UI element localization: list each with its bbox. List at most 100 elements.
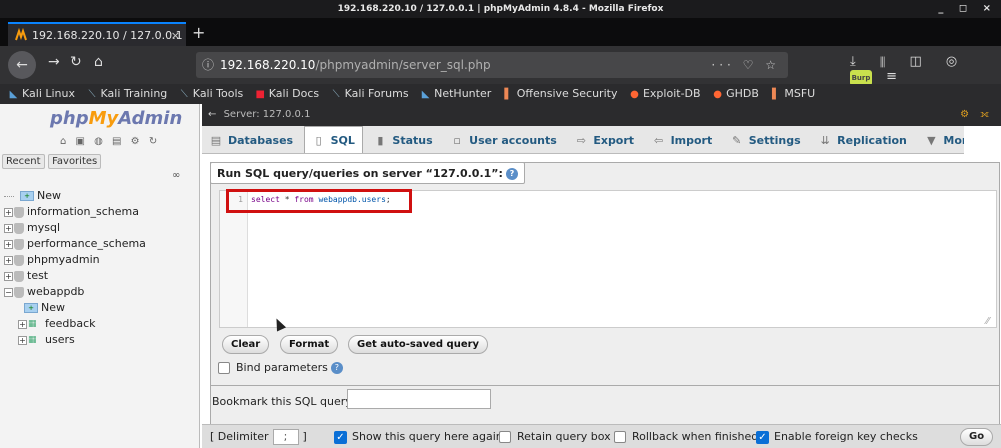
favorites-tab[interactable]: Favorites (48, 154, 102, 169)
expand-icon[interactable]: + (4, 255, 13, 265)
tree-item-database[interactable]: + mysql (4, 220, 146, 236)
tree-item-database[interactable]: + test (4, 268, 146, 284)
settings-icon: ✎ (732, 134, 742, 147)
tab-status[interactable]: ▮ Status (366, 127, 439, 153)
window-title: 192.168.220.10 / 127.0.0.1 | phpMyAdmin … (337, 4, 664, 14)
url-bar[interactable]: ⓘ 192.168.220.10/phpmyadmin/server_sql.ph… (196, 52, 788, 78)
server-label[interactable]: Server: 127.0.0.1 (224, 109, 311, 120)
expand-icon[interactable]: + (4, 223, 13, 233)
logo-php: php (50, 108, 89, 129)
tree-item-new-table[interactable]: + New (4, 300, 146, 316)
tree-line (4, 195, 14, 197)
bookmark-kali-tools[interactable]: ⟍ Kali Tools (179, 84, 243, 104)
tab-databases[interactable]: ▤ Databases (202, 127, 300, 153)
site-info-icon[interactable]: ⓘ (202, 58, 214, 72)
bookmark-ghdb[interactable]: ● GHDB (712, 84, 759, 104)
bookmark-input[interactable] (347, 389, 491, 409)
bookmark-offensive-security[interactable]: ▌ Offensive Security (503, 84, 617, 104)
reload-button[interactable]: ↻ (70, 54, 82, 70)
tree-item-database[interactable]: + phpmyadmin (4, 252, 146, 268)
bookmark-msfu[interactable]: ▌ MSFU (770, 84, 815, 104)
server-actions-icon[interactable]: ⚙ ⟗ (960, 104, 993, 126)
kali-dragon-icon: ⟍ (332, 89, 340, 100)
nav-quick-icons[interactable]: ⌂ ▣ ◍ ▤ ⚙ ↻ (60, 136, 160, 147)
show-query-option[interactable]: ✓ Show this query here again (334, 429, 503, 445)
get-autosaved-query-button[interactable]: Get auto-saved query (348, 335, 489, 354)
expand-icon[interactable]: + (4, 239, 13, 249)
tab-replication[interactable]: ⇊ Replication (811, 127, 914, 153)
retain-query-checkbox[interactable] (499, 431, 511, 443)
tab-export[interactable]: ⇨ Export (567, 127, 641, 153)
tree-item-database[interactable]: + information_schema (4, 204, 146, 220)
expand-icon[interactable]: + (4, 271, 13, 281)
recent-tab[interactable]: Recent (2, 154, 45, 169)
tree-item-table[interactable]: + ▦ feedback (4, 316, 146, 332)
new-tab-button[interactable]: + (192, 22, 205, 44)
database-icon (14, 238, 24, 250)
link-with-main-panel-icon[interactable]: ∞ (172, 170, 180, 181)
window-controls[interactable]: _ ◻ × (938, 0, 997, 18)
expand-icon[interactable]: + (18, 319, 27, 329)
bookmark-label: Kali Linux (22, 87, 76, 100)
bookmark-kali-linux[interactable]: ◣ Kali Linux (8, 84, 75, 104)
bind-parameters-checkbox[interactable] (218, 362, 230, 374)
highlight-annotation-box (226, 189, 412, 213)
forward-button[interactable]: → (48, 54, 60, 70)
tree-item-table[interactable]: + ▦ users (4, 332, 146, 348)
tree-item-database[interactable]: + performance_schema (4, 236, 146, 252)
foreign-key-checkbox[interactable]: ✓ (756, 430, 769, 444)
format-button[interactable]: Format (280, 335, 339, 354)
delimiter-close: ] (302, 430, 307, 443)
tab-sql[interactable]: ▯ SQL (303, 126, 363, 153)
back-button[interactable]: ← (8, 51, 36, 79)
go-button[interactable]: Go (960, 428, 994, 446)
tab-user-accounts[interactable]: ▫ User accounts (443, 127, 564, 153)
home-button[interactable]: ⌂ (94, 54, 103, 70)
rollback-checkbox[interactable] (614, 431, 626, 443)
ghdb-icon: ● (713, 89, 722, 100)
bookmark-label: Kali Tools (192, 87, 244, 100)
clear-button[interactable]: Clear (222, 335, 270, 354)
bookmark-exploit-db[interactable]: ● Exploit-DB (629, 84, 700, 104)
msfu-icon: ▌ (772, 89, 780, 100)
tab-close-icon[interactable]: × (171, 24, 180, 46)
show-query-checkbox[interactable]: ✓ (334, 430, 347, 444)
tab-title: 192.168.220.10 / 127.0.0.1 (32, 29, 183, 42)
database-icon (14, 206, 24, 218)
delimiter-label: [ Delimiter (210, 430, 269, 443)
resize-handle-icon[interactable]: ⁄⁄ (986, 316, 989, 327)
menu-icon[interactable]: ≡ (886, 69, 907, 84)
help-icon[interactable]: ? (505, 168, 518, 180)
foreign-key-option[interactable]: ✓ Enable foreign key checks (756, 429, 918, 445)
delimiter-input[interactable]: ; (272, 429, 299, 445)
kali-dragon-icon: ⟍ (180, 89, 188, 100)
bookmark-kali-docs[interactable]: ■ Kali Docs (255, 84, 320, 104)
retain-query-option[interactable]: Retain query box (499, 429, 611, 445)
browser-tab-active[interactable]: 192.168.220.10 / 127.0.0.1 × (8, 22, 186, 46)
sql-query-legend: Run SQL query/queries on server “127.0.0… (210, 162, 525, 184)
exploit-db-icon: ● (630, 89, 639, 100)
tree-label: feedback (45, 317, 96, 330)
bookmark-nethunter[interactable]: ◣ NetHunter (420, 84, 492, 104)
toolbar-icons[interactable]: ⤓ ⫴ ◫ ◎ (850, 54, 967, 69)
tab-import[interactable]: ⇦ Import (645, 127, 720, 153)
url-actions-icon[interactable]: ··· ♡ ☆ (711, 52, 780, 78)
table-icon: ▦ (28, 334, 37, 345)
expand-icon[interactable]: + (18, 335, 27, 345)
bookmark-label: MSFU (784, 87, 816, 100)
tree-item-new[interactable]: + New (4, 188, 146, 204)
collapse-icon[interactable]: − (4, 287, 13, 297)
rollback-option[interactable]: Rollback when finished (614, 429, 758, 445)
bind-parameters-row[interactable]: Bind parameters? (218, 361, 343, 374)
bookmark-kali-forums[interactable]: ⟍ Kali Forums (331, 84, 409, 104)
database-icon (14, 222, 24, 234)
expand-icon[interactable]: + (4, 207, 13, 217)
tab-settings[interactable]: ✎ Settings (723, 127, 808, 153)
tab-more[interactable]: ▼ More (917, 127, 964, 153)
phpmyadmin-logo[interactable]: phpMyAdmin (50, 108, 182, 129)
help-icon[interactable]: ? (330, 362, 343, 374)
tree-label: information_schema (27, 205, 139, 218)
bookmark-kali-training[interactable]: ⟍ Kali Training (87, 84, 168, 104)
tree-item-webappdb[interactable]: − webappdb (4, 284, 146, 300)
collapse-arrow-icon[interactable]: ← (208, 109, 216, 120)
